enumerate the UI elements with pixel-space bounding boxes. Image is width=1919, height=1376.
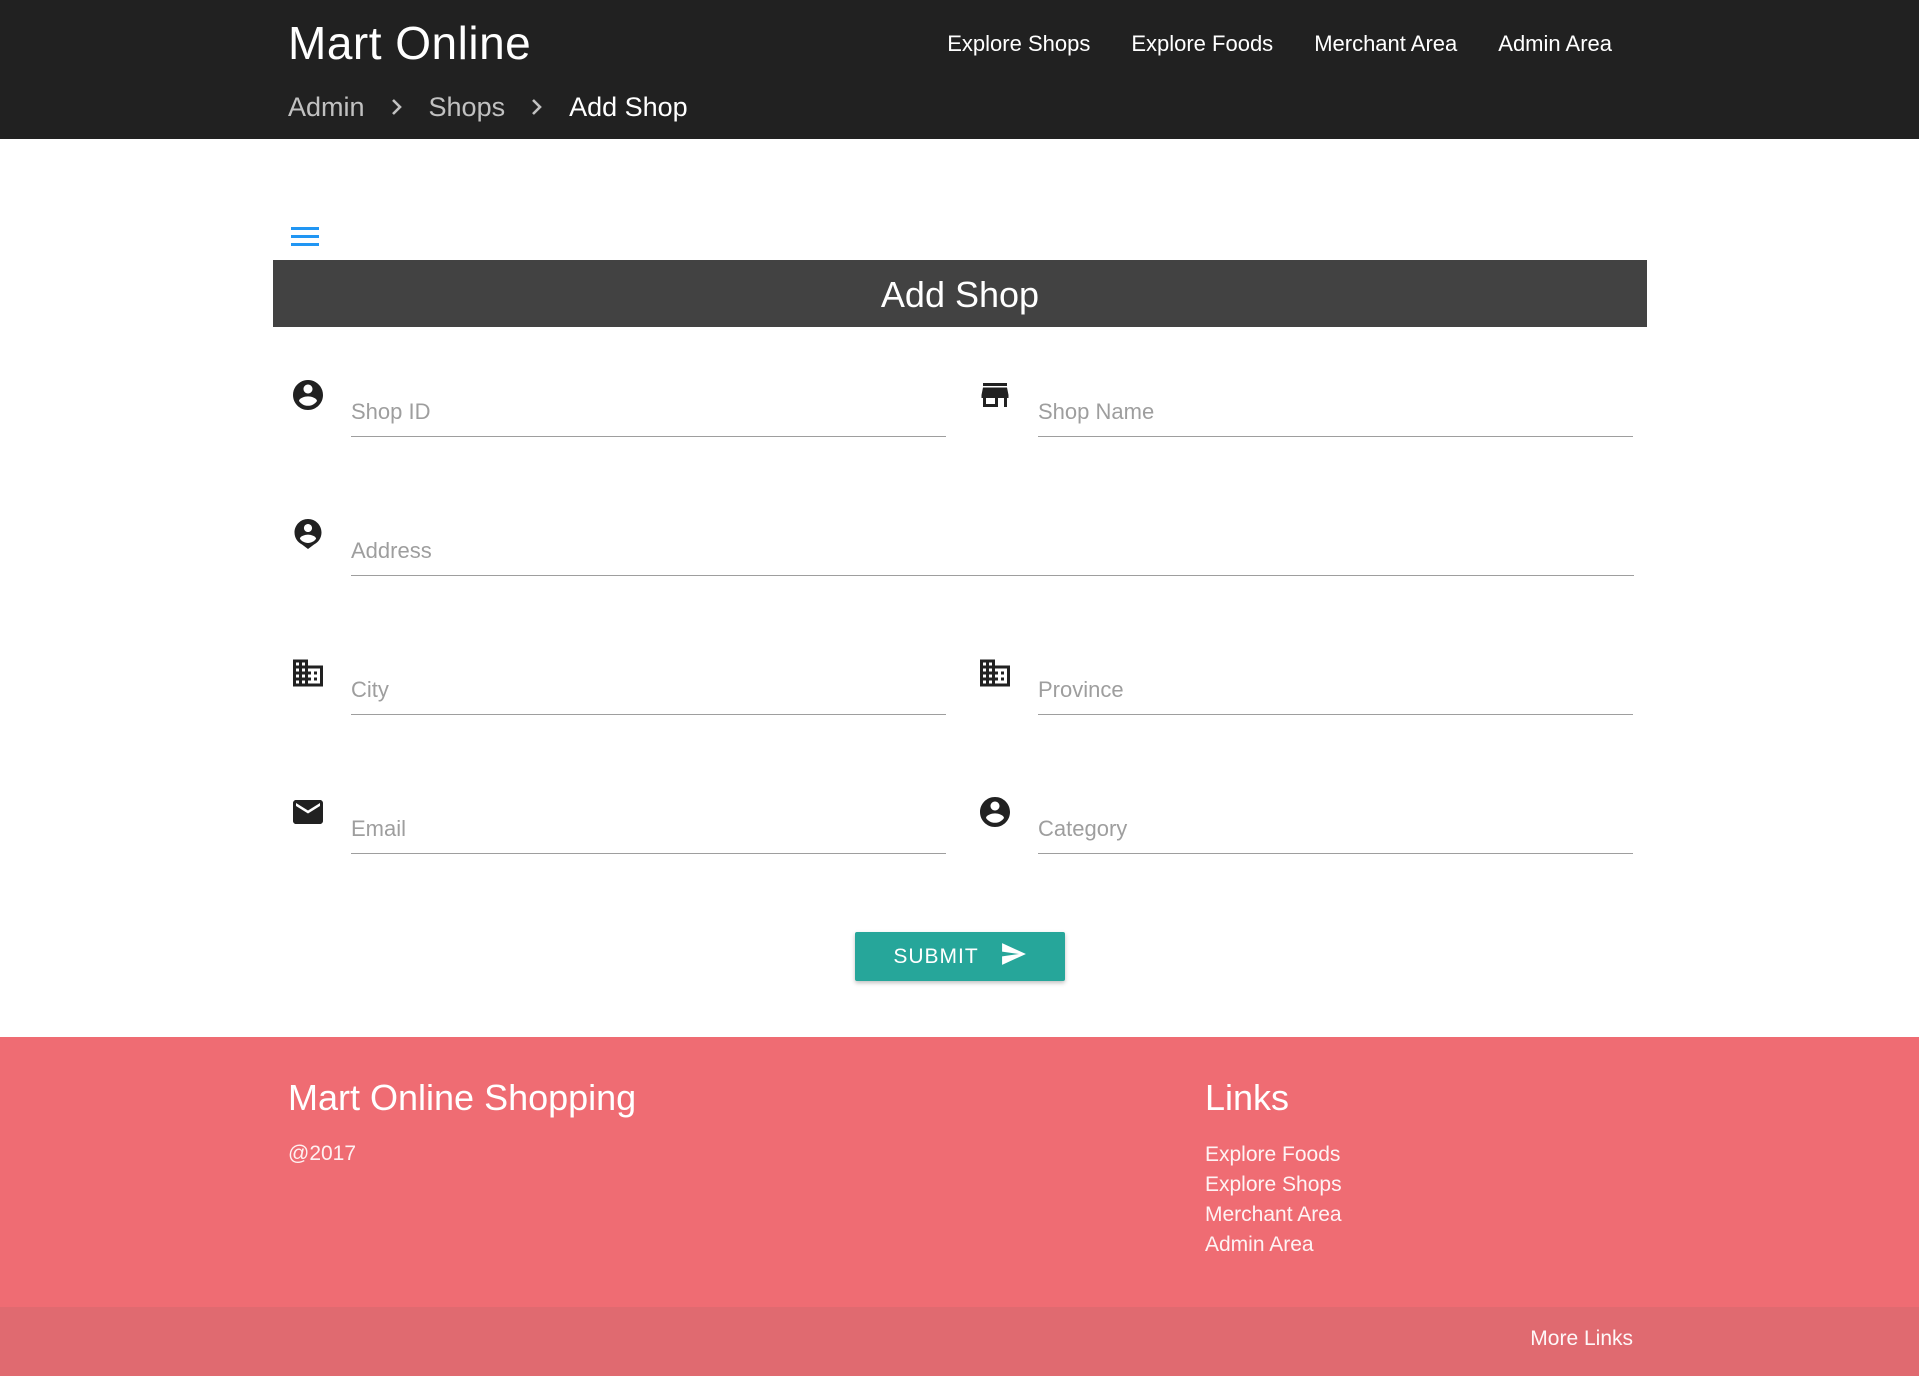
footer-bottom-bar: More Links [0, 1307, 1919, 1376]
menu-icon[interactable] [291, 227, 319, 247]
business-icon [290, 655, 328, 693]
account-circle-icon [977, 794, 1015, 832]
account-circle-icon [290, 377, 328, 415]
chevron-right-icon [505, 89, 569, 125]
breadcrumb-admin[interactable]: Admin [288, 89, 365, 125]
city-input[interactable] [351, 665, 946, 715]
more-links-link[interactable]: More Links [1530, 1327, 1633, 1351]
shop-id-input[interactable] [351, 387, 946, 437]
breadcrumb-shops[interactable]: Shops [429, 89, 506, 125]
breadcrumb: Admin Shops Add Shop [288, 89, 688, 125]
store-icon [977, 377, 1015, 415]
nav-merchant-area[interactable]: Merchant Area [1314, 28, 1457, 60]
nav-admin-area[interactable]: Admin Area [1498, 28, 1612, 60]
brand-logo[interactable]: Mart Online [288, 16, 531, 70]
province-input[interactable] [1038, 665, 1633, 715]
footer-link-merchant-area[interactable]: Merchant Area [1205, 1200, 1342, 1230]
category-input[interactable] [1038, 804, 1633, 854]
footer-title: Mart Online Shopping [288, 1077, 637, 1118]
person-pin-icon [290, 516, 328, 554]
footer: Mart Online Shopping @2017 Links Explore… [0, 1037, 1919, 1307]
footer-link-admin-area[interactable]: Admin Area [1205, 1230, 1342, 1260]
chevron-right-icon [365, 89, 429, 125]
submit-label: SUBMIT [893, 944, 979, 968]
shop-name-input[interactable] [1038, 387, 1633, 437]
submit-button[interactable]: SUBMIT [855, 932, 1065, 981]
footer-copyright: @2017 [288, 1142, 357, 1165]
email-icon [290, 794, 328, 832]
top-navbar: Mart Online Explore Shops Explore Foods … [0, 0, 1919, 139]
nav-explore-foods[interactable]: Explore Foods [1131, 28, 1273, 60]
send-icon [1001, 942, 1027, 972]
form-title: Add Shop [273, 260, 1647, 327]
footer-link-explore-foods[interactable]: Explore Foods [1205, 1140, 1342, 1170]
footer-links-title: Links [1205, 1077, 1290, 1118]
footer-links-list: Explore Foods Explore Shops Merchant Are… [1205, 1140, 1342, 1260]
footer-link-explore-shops[interactable]: Explore Shops [1205, 1170, 1342, 1200]
breadcrumb-add-shop[interactable]: Add Shop [569, 89, 688, 125]
nav-explore-shops[interactable]: Explore Shops [947, 28, 1090, 60]
main-nav: Explore Shops Explore Foods Merchant Are… [947, 28, 1612, 60]
email-input[interactable] [351, 804, 946, 854]
business-icon [977, 655, 1015, 693]
address-input[interactable] [351, 526, 1634, 576]
